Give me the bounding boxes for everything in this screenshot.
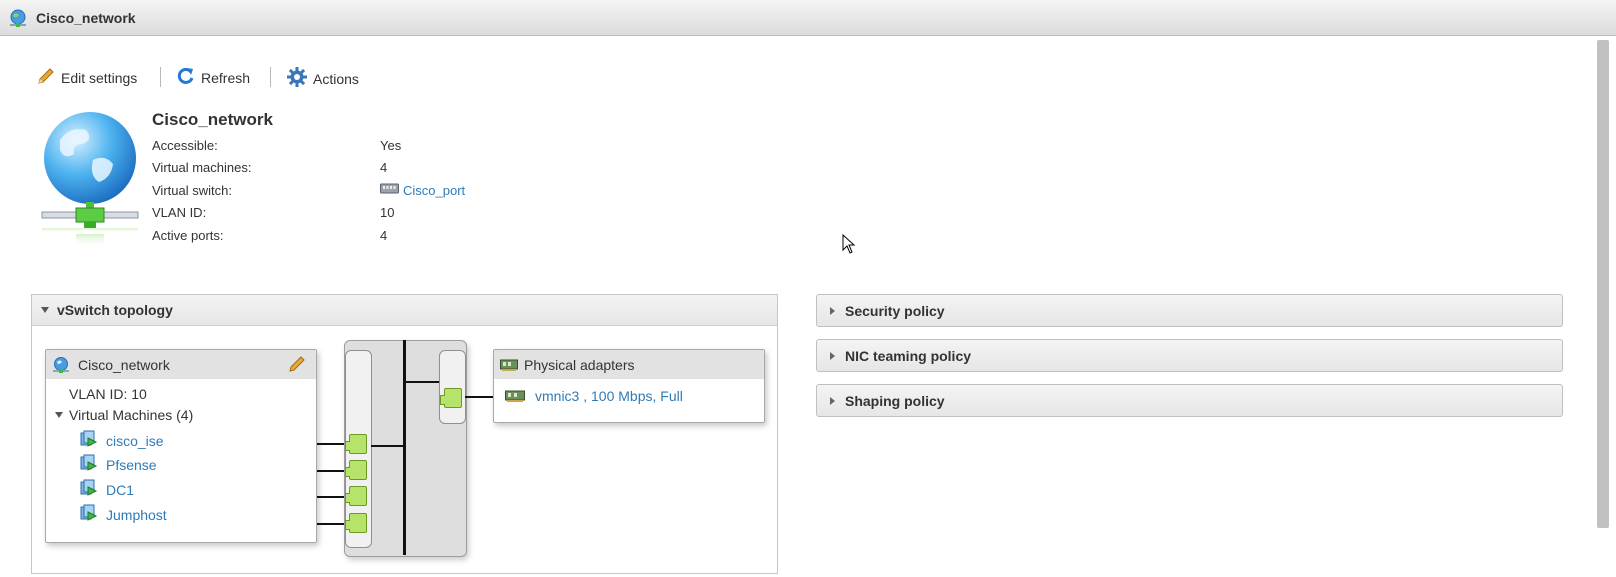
chevron-down-icon [55,412,63,418]
vm-link[interactable]: DC1 [106,482,134,498]
vm-connection-line [317,496,345,498]
network-globe-icon [52,356,70,374]
vm-icon [80,430,106,451]
uplink-connection-line [465,396,493,398]
refresh-button[interactable]: Refresh [176,66,250,89]
refresh-label: Refresh [201,69,251,86]
shaping-policy-panel[interactable]: Shaping policy [816,384,1563,417]
vm-port [345,460,367,480]
vlan-id-value: 10 [380,205,395,220]
vm-port [345,513,367,533]
vm-icon [80,479,106,500]
physical-adapters-header: Physical adapters [494,350,764,379]
vm-list-toggle[interactable]: Virtual Machines (4) [55,407,193,423]
switch-internal-line [405,381,439,383]
portgroup-box: Cisco_network VLAN ID: 10 Virtual Machin… [45,349,317,543]
toolbar-divider [270,67,271,87]
vertical-scrollbar[interactable] [1597,40,1609,528]
security-policy-panel[interactable]: Security policy [816,294,1563,327]
portgroup-header: Cisco_network [46,350,316,379]
vm-item[interactable]: DC1 [80,479,134,500]
shaping-policy-title: Shaping policy [845,392,945,409]
network-globe-icon [8,9,28,32]
window-title: Cisco_network [36,10,136,26]
vm-item[interactable]: Pfsense [80,454,157,475]
vlan-id-label: VLAN ID: [152,205,207,220]
gear-icon [286,66,313,91]
pencil-icon [36,66,61,89]
vm-icon [80,454,106,475]
active-ports-label: Active ports: [152,228,224,243]
portgroup-name: Cisco_network [78,356,170,373]
actions-label: Actions [313,70,359,87]
vswitch-topology-title: vSwitch topology [57,302,173,318]
physical-adapters-box: Physical adapters vmnic3 , 100 Mbps, Ful… [493,349,765,423]
chevron-right-icon [830,306,835,315]
window-titlebar: Cisco_network [0,0,1616,36]
vm-item[interactable]: Jumphost [80,504,167,525]
network-name-heading: Cisco_network [152,110,273,129]
mouse-cursor-icon [842,233,856,257]
vm-connection-line [317,523,345,525]
vm-item[interactable]: cisco_ise [80,430,164,451]
nic-teaming-policy-panel[interactable]: NIC teaming policy [816,339,1563,372]
vm-link[interactable]: Pfsense [106,457,157,473]
uplink-port-strip [439,350,466,424]
virtual-switch-link[interactable]: Cisco_port [380,182,465,198]
physical-adapters-title: Physical adapters [524,356,635,373]
chevron-right-icon [830,351,835,360]
edit-pencil-icon[interactable] [288,355,306,376]
toolbar-divider [160,67,161,87]
vm-icon [80,504,106,525]
vm-connection-line [317,470,345,472]
edit-settings-button[interactable]: Edit settings [36,66,137,89]
vm-connection-line [317,443,345,445]
chevron-down-icon [41,307,49,313]
adapter-item[interactable]: vmnic3 , 100 Mbps, Full [505,388,683,404]
edit-settings-label: Edit settings [61,69,138,86]
uplink-port [440,388,462,408]
accessible-label: Accessible: [152,138,218,153]
virtual-switch-value[interactable]: Cisco_port [403,183,465,198]
security-policy-title: Security policy [845,302,945,319]
virtual-machines-value: 4 [380,160,388,175]
adapter-link[interactable]: vmnic3 , 100 Mbps, Full [535,388,683,404]
virtual-machines-label: Virtual machines: [152,160,252,175]
vm-port [345,486,367,506]
accessible-value: Yes [380,138,402,153]
refresh-icon [176,66,201,89]
active-ports-value: 4 [380,228,388,243]
switch-icon [380,182,399,198]
vm-port [345,434,367,454]
nic-teaming-policy-title: NIC teaming policy [845,347,972,364]
portgroup-vlan: VLAN ID: 10 [69,386,147,402]
network-globe-icon [38,110,142,263]
actions-button[interactable]: Actions [286,66,359,91]
nic-icon [505,389,525,403]
switch-internal-line [371,445,403,447]
vm-link[interactable]: Jumphost [106,507,167,523]
virtual-switch-label: Virtual switch: [152,183,232,198]
vswitch-topology-header[interactable]: vSwitch topology [32,295,777,326]
vm-list-header: Virtual Machines (4) [69,407,194,423]
chevron-right-icon [830,396,835,405]
nic-icon [500,358,518,372]
vm-link[interactable]: cisco_ise [106,433,164,449]
switch-backbone-line [403,340,406,555]
